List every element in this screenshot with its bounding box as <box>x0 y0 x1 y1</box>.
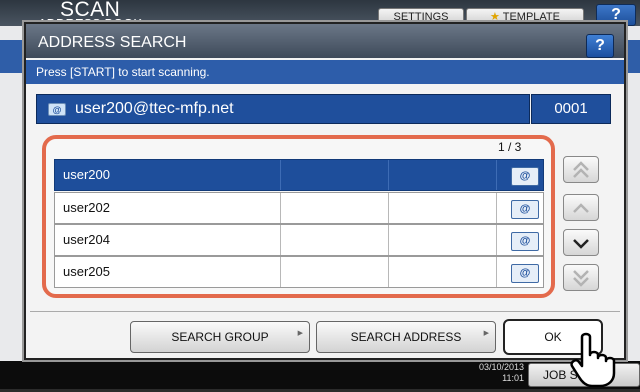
dialog-help-button[interactable]: ? <box>586 34 614 58</box>
table-row[interactable]: user200 @ <box>54 159 544 191</box>
submenu-arrow-icon: ▶ <box>483 330 489 337</box>
email-icon: @ <box>511 264 539 283</box>
hand-pointer-icon <box>568 331 626 392</box>
address-count: 0001 <box>531 94 611 124</box>
submenu-arrow-icon: ▶ <box>297 330 303 337</box>
scroll-bottom-icon <box>573 270 589 287</box>
search-address-label: SEARCH ADDRESS <box>350 330 462 344</box>
dialog-title: ADDRESS SEARCH <box>38 34 187 51</box>
row-name: user204 <box>55 225 281 255</box>
time-label: 11:01 <box>502 373 524 383</box>
scroll-down-icon <box>573 239 589 249</box>
email-icon: @ <box>511 232 539 251</box>
email-icon: @ <box>511 167 539 186</box>
date-label: 03/10/2013 <box>478 362 524 372</box>
address-field: user200@ttec-mfp.net <box>36 94 530 124</box>
date-time: 03/10/2013 11:01 <box>456 362 524 384</box>
search-address-button[interactable]: SEARCH ADDRESS ▶ <box>316 321 496 353</box>
table-row[interactable]: user204 @ <box>54 224 544 256</box>
scroll-bottom-button[interactable] <box>563 264 599 291</box>
search-group-button[interactable]: SEARCH GROUP ▶ <box>130 321 310 353</box>
scroll-up-icon <box>573 203 589 213</box>
scroll-up-button[interactable] <box>563 194 599 221</box>
scroll-down-button[interactable] <box>563 229 599 256</box>
page-indicator: 1 / 3 <box>498 140 522 154</box>
email-icon: @ <box>511 200 539 219</box>
email-icon: @ <box>48 103 66 116</box>
table-row[interactable]: user202 @ <box>54 192 544 224</box>
scroll-top-button[interactable] <box>563 156 599 183</box>
row-name: user200 <box>55 160 281 190</box>
divider <box>30 311 620 312</box>
row-name: user202 <box>55 193 281 223</box>
status-message: Press [START] to start scanning. <box>26 60 624 84</box>
scroll-top-icon <box>573 161 589 178</box>
row-name: user205 <box>55 257 281 287</box>
table-row[interactable]: user205 @ <box>54 256 544 288</box>
search-group-label: SEARCH GROUP <box>171 330 269 344</box>
